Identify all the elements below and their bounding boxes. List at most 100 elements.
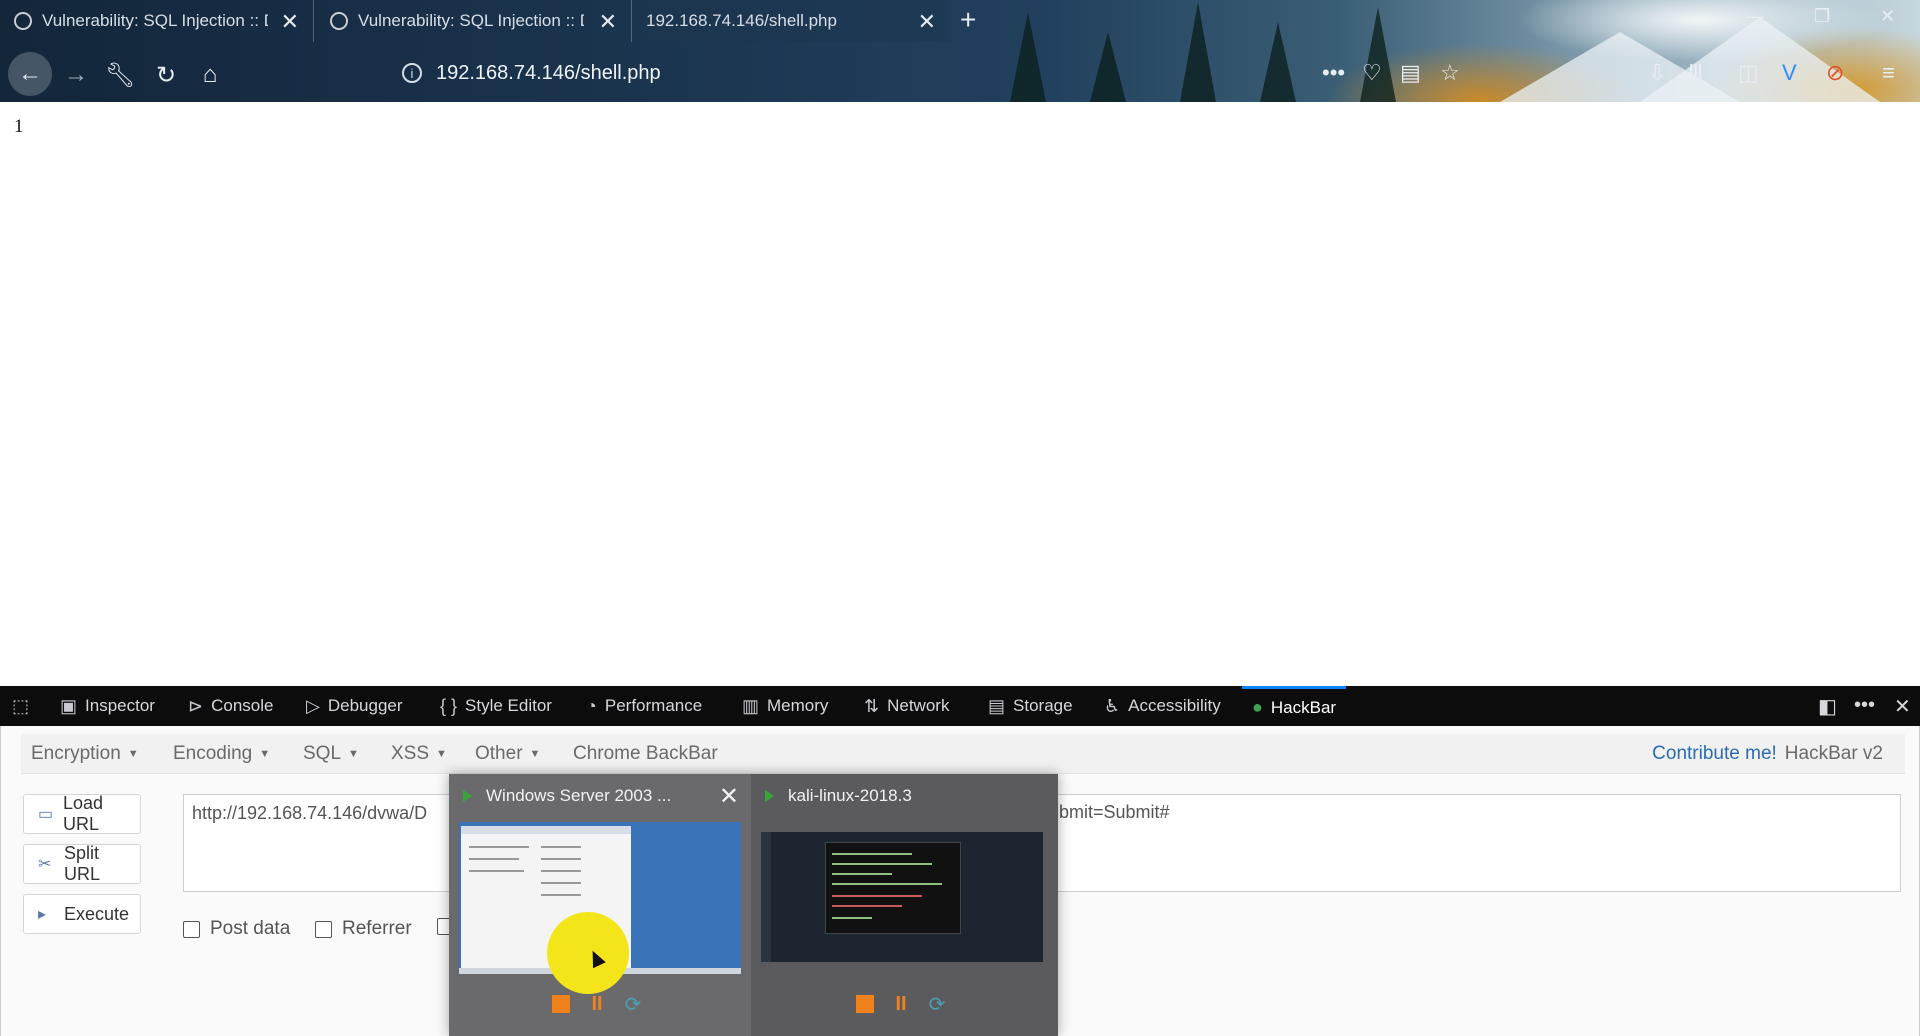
preview-title: Windows Server 2003 ... <box>463 786 671 806</box>
preview-kali-linux[interactable]: kali-linux-2018.3 II ⟳ <box>751 774 1058 1036</box>
console-icon: ⊳ <box>188 695 204 716</box>
forward-button[interactable]: → <box>56 55 96 95</box>
page-actions-icon[interactable]: ••• <box>1322 60 1345 86</box>
menu-encryption[interactable]: Encryption ▼ <box>31 734 139 774</box>
tab-shell-php[interactable]: 192.168.74.146/shell.php ✕ <box>634 0 950 42</box>
menu-encoding[interactable]: Encoding ▼ <box>173 734 270 774</box>
devtools-tab-performance[interactable]: ◔ Performance <box>586 686 702 726</box>
devtools-close-icon[interactable]: ✕ <box>1894 694 1911 719</box>
tab-sql-injection-1[interactable]: Vulnerability: SQL Injection :: Damn Vul… <box>0 0 314 42</box>
caret-down-icon: ▼ <box>436 748 447 760</box>
element-picker-button[interactable]: ⬚ <box>12 686 37 726</box>
devtools-tab-style-editor[interactable]: { } Style Editor <box>440 686 552 726</box>
load-url-button[interactable]: ▭ Load URL <box>23 793 141 834</box>
menu-label: Encryption <box>31 743 121 764</box>
checkbox-box[interactable] <box>315 920 332 938</box>
preview-windows-server[interactable]: Windows Server 2003 ... ✕ II ⟳ <box>449 774 751 1036</box>
vm-reset-button[interactable]: ⟳ <box>619 990 647 1018</box>
home-icon: ⌂ <box>202 61 218 88</box>
page-output-text: 1 <box>14 116 24 137</box>
sidebar-icon[interactable]: ◫ <box>1738 60 1759 86</box>
split-url-button[interactable]: ✂︎ Split URL <box>23 843 141 884</box>
devtools-tab-hackbar[interactable]: ● HackBar <box>1242 686 1347 726</box>
execute-icon: ▸ <box>38 906 47 923</box>
pocket-icon[interactable]: ♡ <box>1362 60 1382 86</box>
devtools-more-icon[interactable]: ••• <box>1854 694 1875 717</box>
tab-sql-injection-2[interactable]: Vulnerability: SQL Injection :: Damn Vul… <box>316 0 632 42</box>
tab-close-icon[interactable]: ✕ <box>281 9 299 35</box>
reload-button[interactable]: ↻ <box>146 55 186 95</box>
menu-label: Encoding <box>173 743 253 764</box>
referrer-checkbox[interactable]: Referrer <box>315 918 412 940</box>
devtools-tab-label: Debugger <box>327 696 403 715</box>
network-icon: ⇅ <box>864 695 880 716</box>
site-info-icon[interactable]: i <box>402 63 422 83</box>
tab-favicon-icon <box>330 12 348 30</box>
checkbox-label: Referrer <box>342 918 412 939</box>
devtools-tab-accessibility[interactable]: ♿︎ Accessibility <box>1104 686 1221 726</box>
browser-toolbar: Vulnerability: SQL Injection :: Damn Vul… <box>0 0 1920 102</box>
maximize-button[interactable]: ❐ <box>1814 6 1830 27</box>
vm-reset-button[interactable]: ⟳ <box>923 990 951 1018</box>
hackbar-menu-bar: Encryption ▼ Encoding ▼ SQL ▼ XSS ▼ Other ▼ C… <box>21 734 1905 774</box>
button-label: Execute <box>64 903 130 924</box>
kali-thumbnail[interactable] <box>761 832 1043 962</box>
devtools-tab-memory[interactable]: ▥ Memory <box>742 686 828 726</box>
menu-xss[interactable]: XSS ▼ <box>391 734 447 774</box>
menu-other[interactable]: Other ▼ <box>475 734 540 774</box>
menu-hamburger-icon[interactable]: ≡ <box>1882 60 1895 86</box>
menu-chrome-backbar[interactable]: Chrome BackBar <box>573 734 718 774</box>
preview-close-icon[interactable]: ✕ <box>719 782 739 811</box>
library-icon[interactable]: Ⅲ <box>1688 60 1703 86</box>
vm-pause-button[interactable]: II <box>583 990 611 1018</box>
customize-button[interactable]: 🔧︎ <box>100 55 140 95</box>
vm-stop-button[interactable] <box>851 990 879 1018</box>
reader-icon[interactable]: ▤ <box>1400 60 1421 86</box>
arrow-left-icon: ← <box>18 60 42 87</box>
devtools-tab-inspector[interactable]: ▣ Inspector <box>60 686 155 726</box>
performance-icon: ◔ <box>586 695 597 716</box>
home-button[interactable]: ⌂ <box>190 55 230 95</box>
menu-label: Chrome BackBar <box>573 743 718 764</box>
caret-down-icon: ▼ <box>348 748 359 760</box>
vm-pause-button[interactable]: II <box>887 990 915 1018</box>
menu-sql[interactable]: SQL ▼ <box>303 734 359 774</box>
inspector-icon: ▣ <box>60 695 78 716</box>
devtools-tab-storage[interactable]: ▤ Storage <box>988 686 1073 726</box>
devtools-tab-debugger[interactable]: ▷ Debugger <box>306 686 403 726</box>
extension-v-icon[interactable]: V <box>1782 60 1797 86</box>
window-close-button[interactable]: ✕ <box>1880 6 1895 27</box>
address-bar[interactable]: i 192.168.74.146/shell.php <box>402 56 661 90</box>
windows-thumbnail[interactable] <box>459 822 741 994</box>
minimize-button[interactable]: — <box>1746 6 1764 27</box>
contribute-link[interactable]: Contribute me! <box>1652 743 1777 765</box>
bookmark-star-icon[interactable]: ☆ <box>1440 60 1460 86</box>
vm-controls: II ⟳ <box>547 990 655 1018</box>
tab-close-icon[interactable]: ✕ <box>599 9 617 35</box>
devtools-tab-label: Performance <box>604 696 703 715</box>
caret-down-icon: ▼ <box>259 748 271 760</box>
devtools-tab-label: Style Editor <box>465 696 552 715</box>
debugger-icon: ▷ <box>306 695 320 716</box>
url-text-left: http://192.168.74.146/dvwa/D <box>192 803 428 823</box>
arrow-right-icon: → <box>64 61 88 88</box>
tab-close-icon[interactable]: ✕ <box>918 9 936 35</box>
vm-stop-button[interactable] <box>547 990 575 1018</box>
back-button[interactable]: ← <box>8 52 52 96</box>
caret-down-icon: ▼ <box>127 748 139 760</box>
devtools-tab-console[interactable]: ⊳ Console <box>188 686 273 726</box>
execute-button[interactable]: ▸ Execute <box>23 894 141 934</box>
devtools-tab-network[interactable]: ⇅ Network <box>864 686 949 726</box>
extension-blocked-icon[interactable]: ⊘ <box>1826 60 1844 86</box>
new-tab-button[interactable]: + <box>960 4 976 36</box>
download-icon[interactable]: ⇩ <box>1648 60 1666 86</box>
stop-icon <box>552 995 570 1013</box>
reload-icon: ↻ <box>155 61 177 89</box>
post-data-checkbox[interactable]: Post data <box>183 918 290 940</box>
checkbox-label: Post data <box>210 918 291 939</box>
preview-title-text: kali-linux-2018.3 <box>788 786 912 805</box>
tab-favicon-icon <box>14 12 32 30</box>
checkbox-box[interactable] <box>183 920 200 938</box>
dock-toggle-icon[interactable]: ◧ <box>1818 694 1837 719</box>
hackbar-icon: ● <box>1252 697 1263 717</box>
